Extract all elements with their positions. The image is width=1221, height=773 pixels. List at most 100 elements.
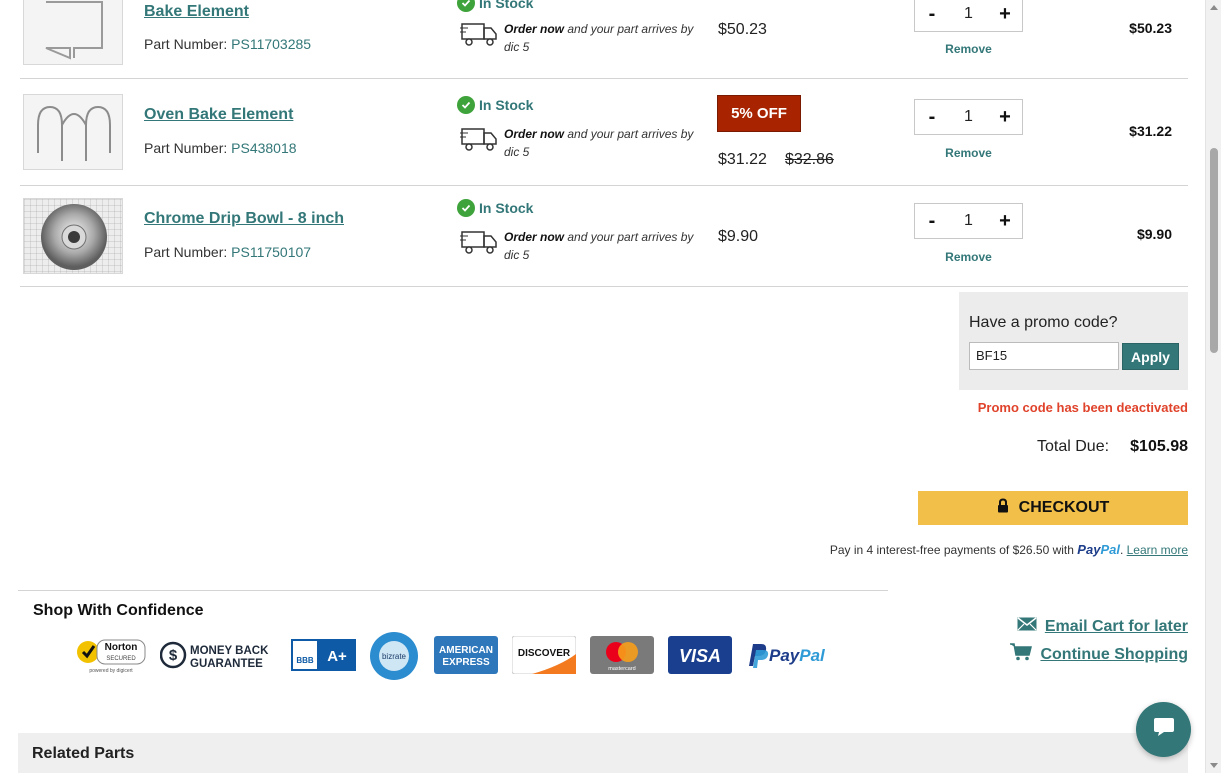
paypal-badge: PayPal — [745, 636, 831, 674]
svg-text:BBB: BBB — [296, 656, 314, 665]
part-number-label: Part Number: — [144, 140, 228, 156]
chat-bubble-icon — [1153, 717, 1175, 742]
quantity-stepper: - 1 + — [914, 0, 1023, 32]
related-parts-header[interactable]: Related Parts — [18, 733, 1188, 773]
scrollbar-thumb[interactable] — [1210, 148, 1218, 353]
total-due-value: $105.98 — [1130, 438, 1188, 455]
stock-label: In Stock — [479, 0, 534, 11]
check-icon — [457, 96, 475, 114]
promo-title: Have a promo code? — [969, 314, 1118, 331]
quantity-stepper: - 1 + — [914, 99, 1023, 135]
total-due-label: Total Due: — [1037, 438, 1110, 455]
part-number: Part Number: PS438018 — [144, 140, 297, 156]
svg-text:VISA: VISA — [679, 646, 721, 666]
unit-price: $50.23 — [718, 21, 767, 38]
quantity-stepper: - 1 + — [914, 203, 1023, 239]
confidence-title: Shop With Confidence — [33, 602, 204, 619]
cart-row: Oven Bake Element Part Number: PS438018 … — [20, 79, 1188, 186]
original-price: $32.86 — [784, 151, 834, 168]
decrease-quantity-button[interactable]: - — [923, 106, 941, 129]
page-scrollbar[interactable] — [1205, 0, 1221, 773]
check-icon — [457, 0, 475, 12]
stock-label: In Stock — [479, 200, 534, 216]
remove-link[interactable]: Remove — [914, 146, 1023, 160]
product-name-link[interactable]: Oven Bake Element — [144, 106, 293, 124]
increase-quantity-button[interactable]: + — [996, 106, 1014, 129]
order-now: Order now — [504, 230, 565, 244]
chat-button[interactable] — [1136, 702, 1191, 757]
increase-quantity-button[interactable]: + — [996, 3, 1014, 26]
part-number: Part Number: PS11703285 — [144, 36, 311, 52]
drip-bowl-image[interactable] — [23, 198, 123, 274]
part-number-label: Part Number: — [144, 244, 228, 260]
checkout-button[interactable]: CHECKOUT — [918, 491, 1188, 525]
envelope-icon — [1017, 617, 1037, 636]
stock-status: In Stock — [457, 199, 533, 217]
unit-price: $31.22 $32.86 — [718, 151, 834, 169]
email-cart-label: Email Cart for later — [1044, 617, 1188, 635]
svg-text:EXPRESS: EXPRESS — [442, 657, 490, 668]
lock-icon — [997, 498, 1009, 518]
unit-price: $9.90 — [718, 228, 759, 245]
checkout-label: CHECKOUT — [1018, 499, 1110, 516]
related-parts-title: Related Parts — [32, 745, 135, 762]
svg-text:Norton: Norton — [105, 642, 138, 653]
remove-link[interactable]: Remove — [914, 250, 1023, 264]
svg-text:DISCOVER: DISCOVER — [518, 648, 571, 659]
svg-text:A+: A+ — [327, 648, 347, 665]
promo-code-input[interactable]: BF15 — [969, 342, 1119, 370]
scroll-up-arrow-icon[interactable] — [1210, 5, 1218, 10]
oven-bake-element-image[interactable] — [23, 94, 123, 170]
visa-badge: VISA — [668, 636, 732, 674]
discount-badge: 5% OFF — [717, 95, 801, 132]
shipping-text: Order now and your part arrives by dic 5 — [504, 20, 694, 56]
svg-text:AMERICAN: AMERICAN — [439, 645, 493, 656]
part-number-value[interactable]: PS438018 — [231, 140, 296, 156]
paypal-logo: PayPal — [1077, 542, 1120, 557]
scroll-down-arrow-icon[interactable] — [1210, 763, 1218, 768]
bbb-badge: BBB A+ — [291, 636, 356, 674]
line-total: $9.90 — [1136, 226, 1172, 242]
sale-price: $31.22 — [718, 151, 767, 168]
norton-badge: Norton SECURED powered by digicert — [75, 636, 147, 674]
shipping-text: Order now and your part arrives by dic 5 — [504, 228, 694, 264]
stock-status: In Stock — [457, 96, 533, 114]
divider — [18, 590, 888, 591]
part-number-value[interactable]: PS11750107 — [231, 244, 311, 260]
part-number: Part Number: PS11750107 — [144, 244, 311, 260]
paypal-installments: Pay in 4 interest-free payments of $26.5… — [829, 542, 1188, 557]
learn-more-link[interactable]: Learn more — [1127, 543, 1188, 557]
stock-status: In Stock — [457, 0, 533, 12]
part-number-value[interactable]: PS11703285 — [231, 36, 311, 52]
check-icon — [457, 199, 475, 217]
cart-row: Chrome Drip Bowl - 8 inch Part Number: P… — [20, 186, 1188, 287]
cart-page: Bake Element Part Number: PS11703285 In … — [0, 0, 1205, 773]
truck-icon — [460, 125, 498, 158]
order-now: Order now — [504, 127, 565, 141]
continue-shopping-link[interactable]: Continue Shopping — [1010, 643, 1188, 666]
quantity-value[interactable]: 1 — [964, 212, 973, 230]
shipping-info: Order now and your part arrives by dic 5 — [460, 20, 694, 56]
apply-promo-button[interactable]: Apply — [1122, 343, 1179, 370]
increase-quantity-button[interactable]: + — [996, 210, 1014, 233]
cart-row: Bake Element Part Number: PS11703285 In … — [20, 0, 1188, 79]
line-total: $50.23 — [1129, 20, 1172, 36]
email-cart-link[interactable]: Email Cart for later — [1017, 617, 1188, 636]
bake-element-image[interactable] — [23, 0, 123, 65]
shipping-info: Order now and your part arrives by dic 5 — [460, 228, 694, 264]
remove-link[interactable]: Remove — [914, 42, 1023, 56]
truck-icon — [460, 228, 498, 261]
promo-code-box: Have a promo code? BF15 Apply — [959, 292, 1188, 390]
discover-badge: DISCOVER — [512, 636, 576, 674]
product-name-link[interactable]: Bake Element — [144, 3, 249, 21]
quantity-value[interactable]: 1 — [964, 5, 973, 23]
quantity-value[interactable]: 1 — [964, 108, 973, 126]
svg-text:PayPal: PayPal — [769, 646, 826, 665]
cart-icon — [1010, 643, 1033, 666]
part-number-label: Part Number: — [144, 36, 228, 52]
bizrate-badge: bizrate — [369, 631, 419, 681]
product-name-link[interactable]: Chrome Drip Bowl - 8 inch — [144, 210, 344, 228]
decrease-quantity-button[interactable]: - — [923, 210, 941, 233]
svg-text:SECURED: SECURED — [106, 656, 136, 662]
decrease-quantity-button[interactable]: - — [923, 3, 941, 26]
